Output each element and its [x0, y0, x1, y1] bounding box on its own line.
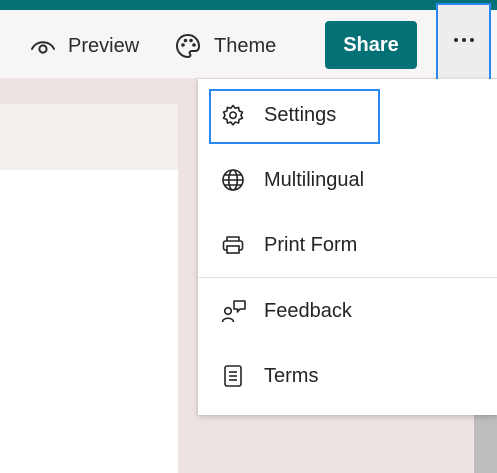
feedback-icon [221, 299, 246, 323]
share-button[interactable]: Share [325, 21, 417, 69]
printer-icon [221, 233, 245, 257]
more-options-button[interactable] [436, 3, 491, 82]
toolbar: Preview Theme Share [0, 10, 497, 78]
menu-item-terms[interactable]: Terms [198, 348, 497, 404]
form-header-area [0, 104, 178, 170]
menu-item-feedback[interactable]: Feedback [198, 283, 497, 339]
menu-item-label: Print Form [264, 234, 358, 256]
menu-item-print-form[interactable]: Print Form [198, 217, 497, 273]
more-options-menu: Settings Multilingual Print Form Feedbac… [198, 79, 497, 415]
menu-item-label: Terms [264, 365, 319, 387]
globe-icon [221, 168, 245, 192]
menu-item-label: Feedback [264, 300, 352, 322]
more-horizontal-icon [453, 34, 475, 52]
palette-icon [174, 32, 202, 60]
theme-label: Theme [214, 34, 277, 57]
preview-button[interactable]: Preview [30, 29, 139, 63]
form-body-card [0, 170, 178, 473]
menu-item-label: Multilingual [264, 169, 365, 191]
menu-divider [198, 277, 497, 278]
menu-item-settings[interactable]: Settings [198, 87, 497, 143]
menu-item-multilingual[interactable]: Multilingual [198, 152, 497, 208]
header-accent-bar [0, 0, 497, 10]
eye-icon [30, 36, 56, 56]
preview-label: Preview [68, 34, 140, 57]
document-icon [221, 364, 245, 388]
menu-item-label: Settings [264, 104, 337, 126]
gear-icon [221, 103, 245, 127]
theme-button[interactable]: Theme [174, 29, 276, 63]
